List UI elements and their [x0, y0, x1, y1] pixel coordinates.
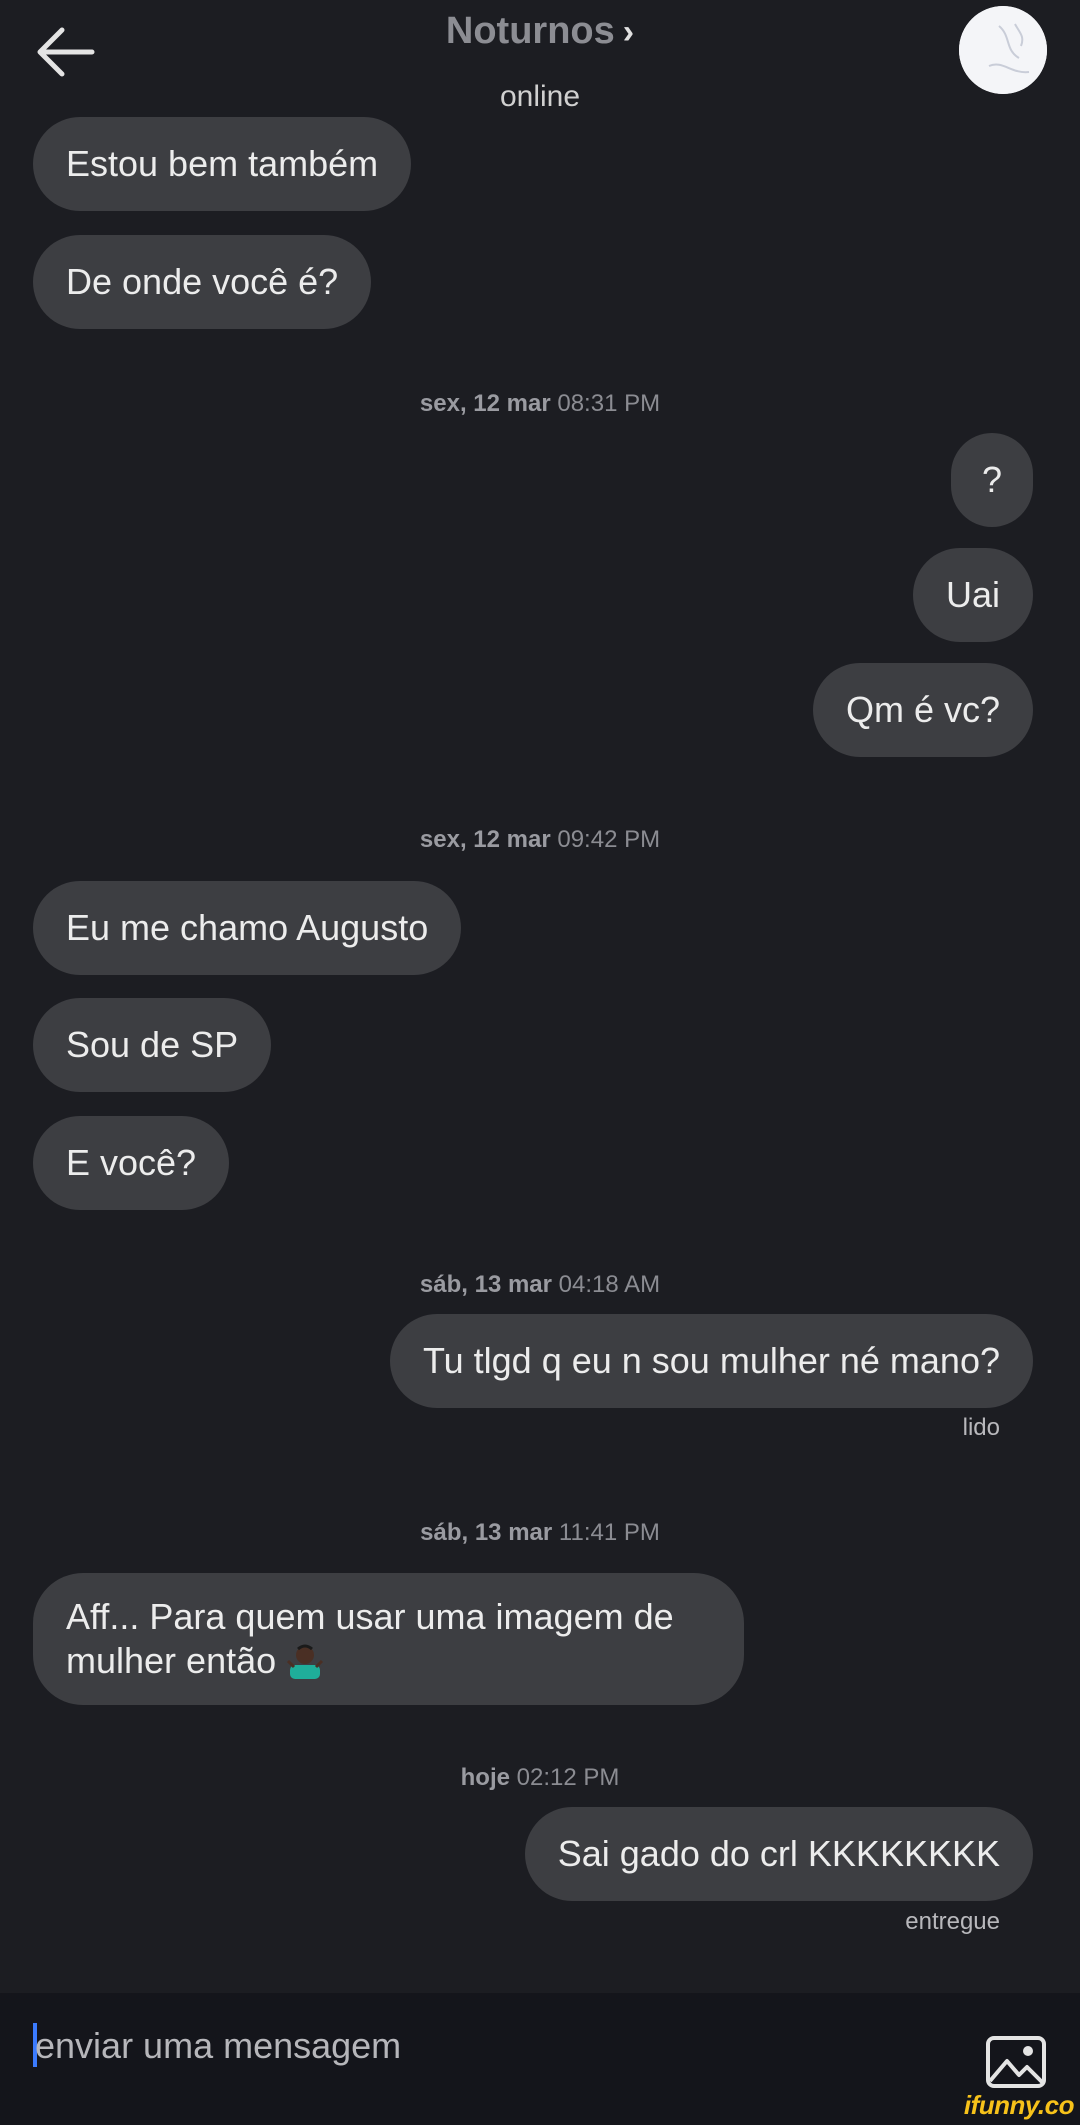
timestamp-day: sex, 12 mar [419, 390, 551, 417]
timestamp-divider: sáb, 13 mar 11:41 PM [0, 1519, 1080, 1547]
timestamp-time: 09:42 PM [557, 826, 661, 853]
contact-avatar[interactable] [959, 6, 1047, 94]
message-bubble-received[interactable]: E você? [33, 1116, 230, 1210]
contact-status: online [499, 80, 581, 113]
timestamp-divider: hoje 02:12 PM [0, 1764, 1080, 1792]
message-bubble-received[interactable]: Eu me chamo Augusto [33, 881, 462, 975]
chevron-right-icon[interactable]: › [623, 13, 634, 51]
timestamp-day: sáb, 13 mar [419, 1271, 552, 1298]
timestamp-time: 04:18 AM [558, 1271, 661, 1298]
message-bubble-sent[interactable]: Uai [912, 548, 1033, 642]
read-receipt: lido [962, 1414, 1000, 1441]
timestamp-divider: sáb, 13 mar 04:18 AM [0, 1271, 1080, 1299]
message-bubble-received[interactable]: Estou bem também [33, 117, 412, 211]
person-shrugging-emoji [287, 1644, 324, 1679]
timestamp-day: hoje [460, 1764, 510, 1791]
message-bubble-received[interactable]: Aff... Para quem usar uma imagem de mulh… [33, 1573, 744, 1705]
image-icon[interactable] [985, 2035, 1047, 2089]
timestamp-day: sex, 12 mar [419, 826, 551, 853]
timestamp-time: 02:12 PM [516, 1764, 620, 1791]
timestamp-divider: sex, 12 mar 09:42 PM [0, 826, 1080, 854]
message-bubble-sent[interactable]: ? [951, 433, 1033, 527]
delivery-receipt: entregue [905, 1908, 1000, 1935]
message-bubble-sent[interactable]: Sai gado do crl KKKKKKKK [524, 1807, 1033, 1901]
message-bubble-sent[interactable]: Qm é vc? [812, 663, 1033, 757]
message-bubble-received[interactable]: Sou de SP [33, 998, 272, 1092]
message-bubble-sent[interactable]: Tu tlgd q eu n sou mulher né mano? [389, 1314, 1033, 1408]
chat-title[interactable]: Noturnos › [0, 10, 1080, 53]
timestamp-day: sáb, 13 mar [420, 1519, 553, 1546]
watermark-logo: ifunny.co [963, 2090, 1075, 2120]
message-bubble-received[interactable]: De onde você é? [33, 235, 372, 329]
timestamp-time: 08:31 PM [557, 390, 661, 417]
message-input[interactable] [33, 2015, 937, 2077]
contact-name[interactable]: Noturnos [446, 10, 615, 52]
message-text: Aff... Para quem usar uma imagem de mulh… [66, 1596, 674, 1681]
chat-header: Noturnos › online [0, 0, 1080, 115]
avatar-image [959, 6, 1047, 94]
message-composer [0, 1993, 1080, 2125]
timestamp-divider: sex, 12 mar 08:31 PM [0, 390, 1080, 418]
timestamp-time: 11:41 PM [558, 1519, 660, 1546]
